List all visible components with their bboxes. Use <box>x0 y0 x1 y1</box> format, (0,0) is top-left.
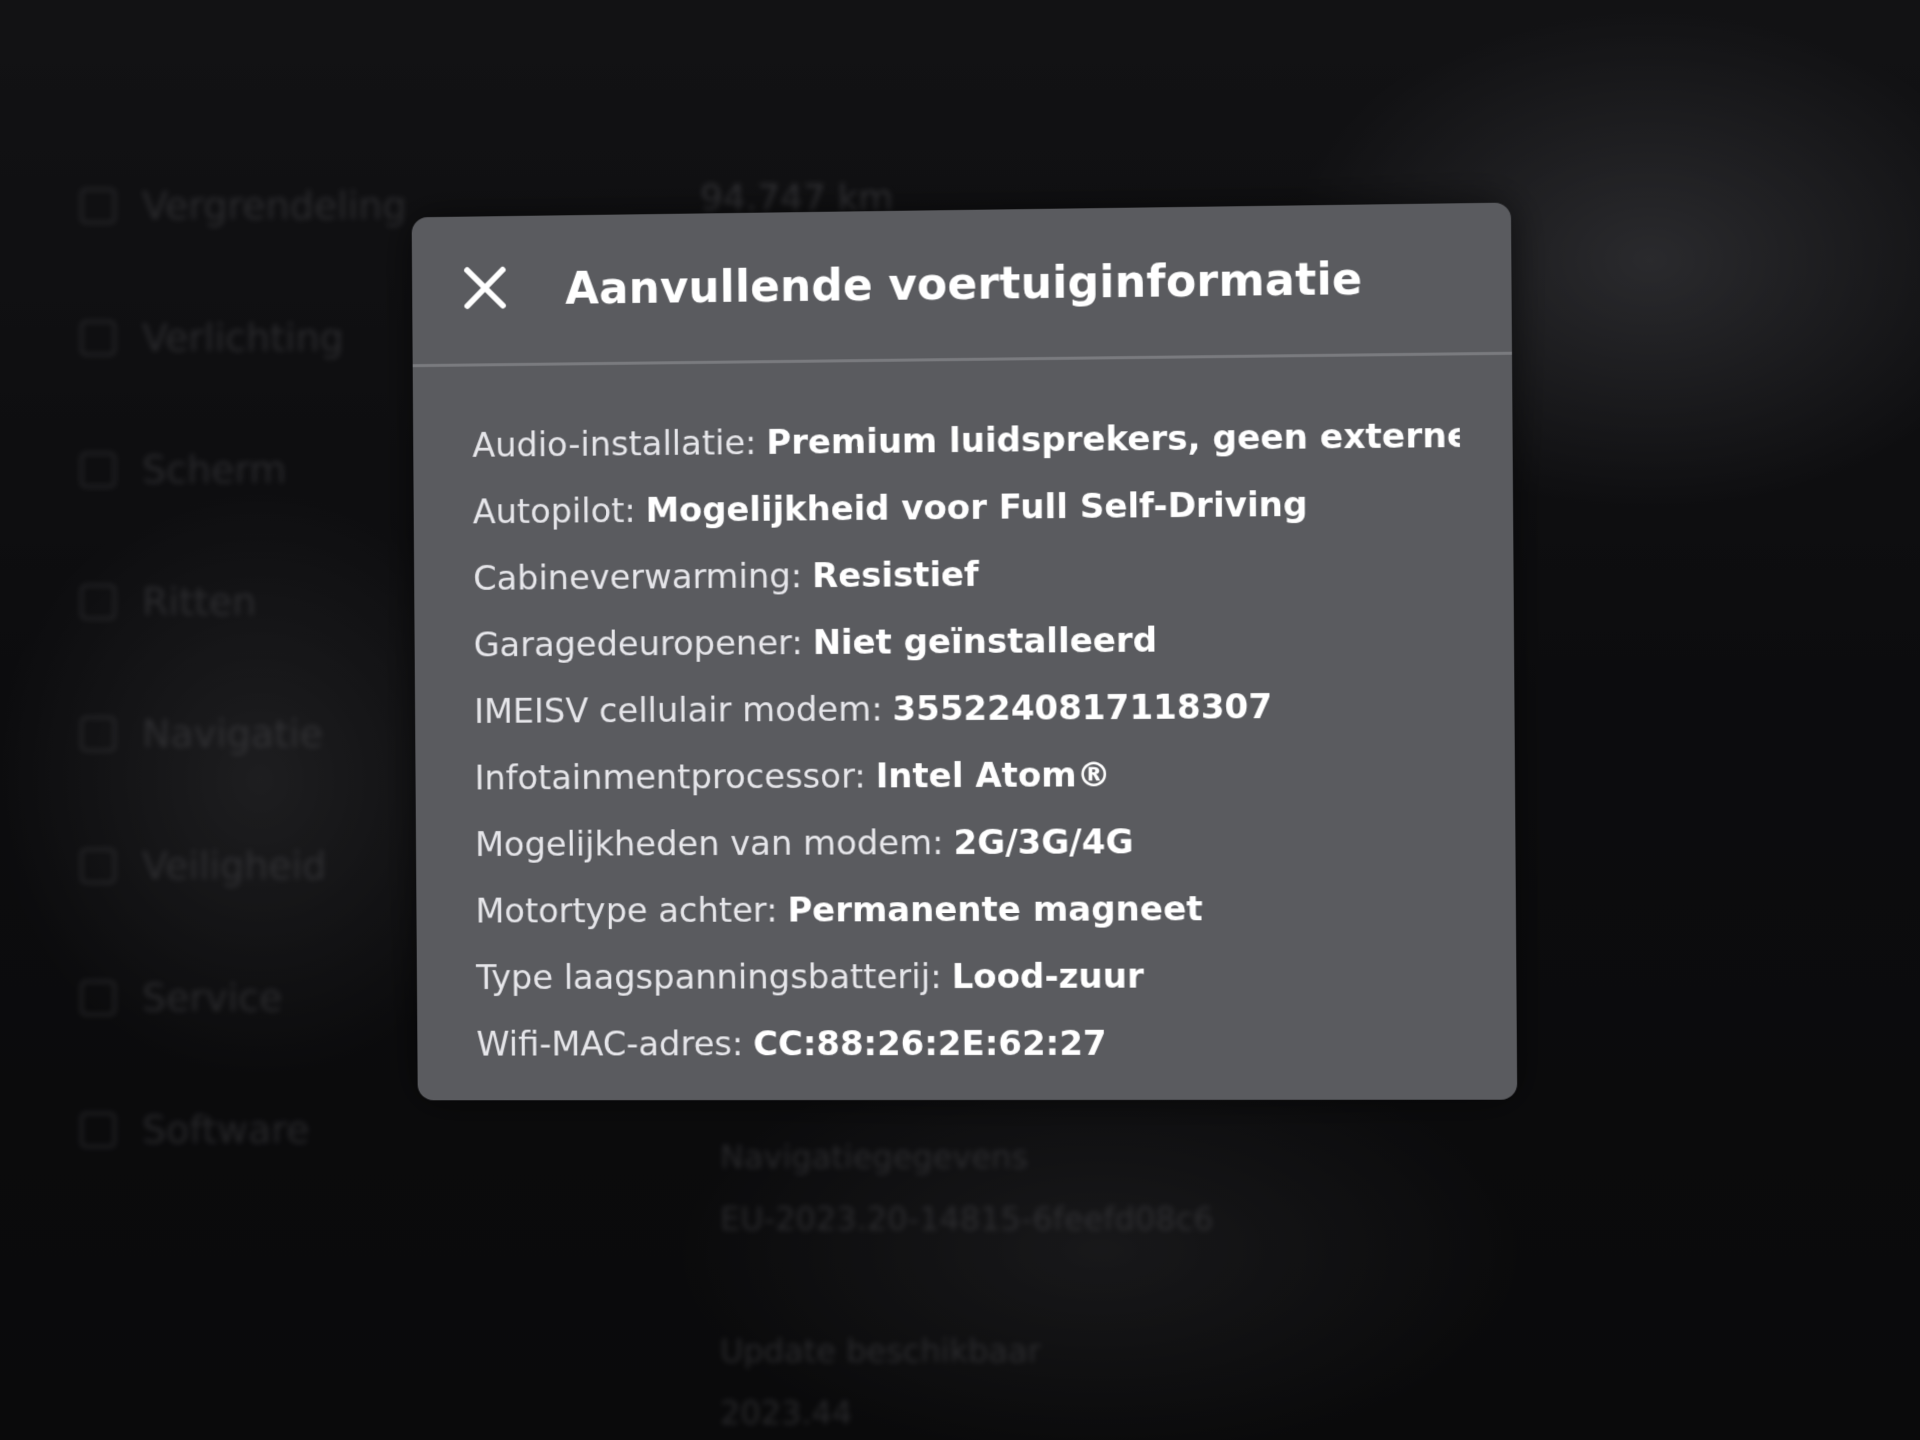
info-value: 3552240817118307 <box>892 686 1272 728</box>
dialog-header: Aanvullende voertuiginformatie <box>412 203 1512 368</box>
info-label: Type laagspanningsbatterij: <box>476 957 942 998</box>
list-item: Wifi-MAC-adres: CC:88:26:2E:62:27 <box>476 1009 1464 1077</box>
update-value: 2023.44 <box>720 1394 1214 1440</box>
info-label: Audio-installatie: <box>472 423 757 466</box>
info-value: Premium luidsprekers, geen externe ver <box>766 414 1460 462</box>
sidebar-item-lock[interactable]: Vergrendeling <box>80 140 460 272</box>
info-value: Mogelijkheid voor Full Self-Driving <box>645 484 1307 530</box>
vehicle-info-list: Audio-installatie: Premium luidsprekers, … <box>413 355 1517 1078</box>
settings-sidebar: Vergrendeling Verlichting Scherm Ritten … <box>80 140 460 1196</box>
sidebar-item-label: Navigatie <box>142 712 323 756</box>
list-item: Motortype achter: Permanente magneet <box>475 874 1463 944</box>
info-value: Resistief <box>812 554 979 595</box>
info-label: Autopilot: <box>473 491 636 532</box>
light-icon <box>80 320 116 356</box>
info-label: Wifi-MAC-adres: <box>476 1024 743 1064</box>
sidebar-item-navigation[interactable]: Navigatie <box>80 668 460 800</box>
vehicle-info-dialog: Aanvullende voertuiginformatie Audio-ins… <box>412 203 1518 1101</box>
info-value: Lood-zuur <box>952 956 1144 996</box>
wrench-icon <box>80 980 116 1016</box>
close-button[interactable] <box>459 262 511 314</box>
nav-data-label: Navigatiegegevens <box>720 1138 1214 1200</box>
list-item: Garagedeuropener: Niet geïnstalleerd <box>473 604 1461 678</box>
list-item: IMEISV cellulair modem: 3552240817118307 <box>474 672 1462 745</box>
sidebar-item-label: Ritten <box>142 580 256 624</box>
info-label: IMEISV cellulair modem: <box>474 689 883 731</box>
list-item: Autopilot: Mogelijkheid voor Full Self-Dr… <box>473 469 1461 545</box>
lock-icon <box>80 188 116 224</box>
trip-icon <box>80 584 116 620</box>
software-details: Navigatiegegevens EU-2023.20-14815-6feef… <box>720 1138 1214 1440</box>
info-value: 2G/3G/4G <box>953 822 1133 863</box>
list-item: Cabineverwarming: Resistief <box>473 537 1461 612</box>
list-item: Type laagspanningsbatterij: Lood-zuur <box>476 942 1464 1011</box>
safety-icon <box>80 848 116 884</box>
sidebar-item-lights[interactable]: Verlichting <box>80 272 460 404</box>
sidebar-item-software[interactable]: Software <box>80 1064 460 1196</box>
list-item: Mogelijkheden van modem: 2G/3G/4G <box>475 807 1463 878</box>
sidebar-item-label: Verlichting <box>142 316 344 360</box>
info-value: Niet geïnstalleerd <box>813 620 1158 662</box>
list-item: Audio-installatie: Premium luidsprekers, … <box>472 402 1460 479</box>
sidebar-item-label: Software <box>142 1108 310 1152</box>
info-label: Motortype achter: <box>475 890 777 931</box>
vehicle-screen: Vergrendeling Verlichting Scherm Ritten … <box>0 0 1920 1440</box>
display-icon <box>80 452 116 488</box>
info-label: Garagedeuropener: <box>474 623 803 665</box>
sidebar-item-label: Service <box>142 976 282 1020</box>
nav-data-value: EU-2023.20-14815-6feefd08c6 <box>720 1200 1214 1262</box>
download-icon <box>80 1112 116 1148</box>
info-value: Permanente magneet <box>787 889 1202 930</box>
list-item: Infotainmentprocessor: Intel Atom® <box>474 739 1462 811</box>
sidebar-item-label: Scherm <box>142 448 286 492</box>
sidebar-item-label: Veiligheid <box>142 844 326 888</box>
dialog-title: Aanvullende voertuiginformatie <box>565 253 1362 314</box>
sidebar-item-trips[interactable]: Ritten <box>80 536 460 668</box>
sidebar-item-service[interactable]: Service <box>80 932 460 1064</box>
info-label: Cabineverwarming: <box>473 556 802 598</box>
info-label: Infotainmentprocessor: <box>474 756 865 798</box>
sidebar-item-display[interactable]: Scherm <box>80 404 460 536</box>
info-value: Intel Atom® <box>876 755 1111 796</box>
update-label: Update beschikbaar <box>720 1332 1214 1394</box>
info-label: Mogelijkheden van modem: <box>475 823 944 865</box>
sidebar-item-safety[interactable]: Veiligheid <box>80 800 460 932</box>
navigation-icon <box>80 716 116 752</box>
sidebar-item-label: Vergrendeling <box>142 184 407 228</box>
info-value: CC:88:26:2E:62:27 <box>753 1023 1107 1063</box>
close-icon <box>459 262 511 314</box>
